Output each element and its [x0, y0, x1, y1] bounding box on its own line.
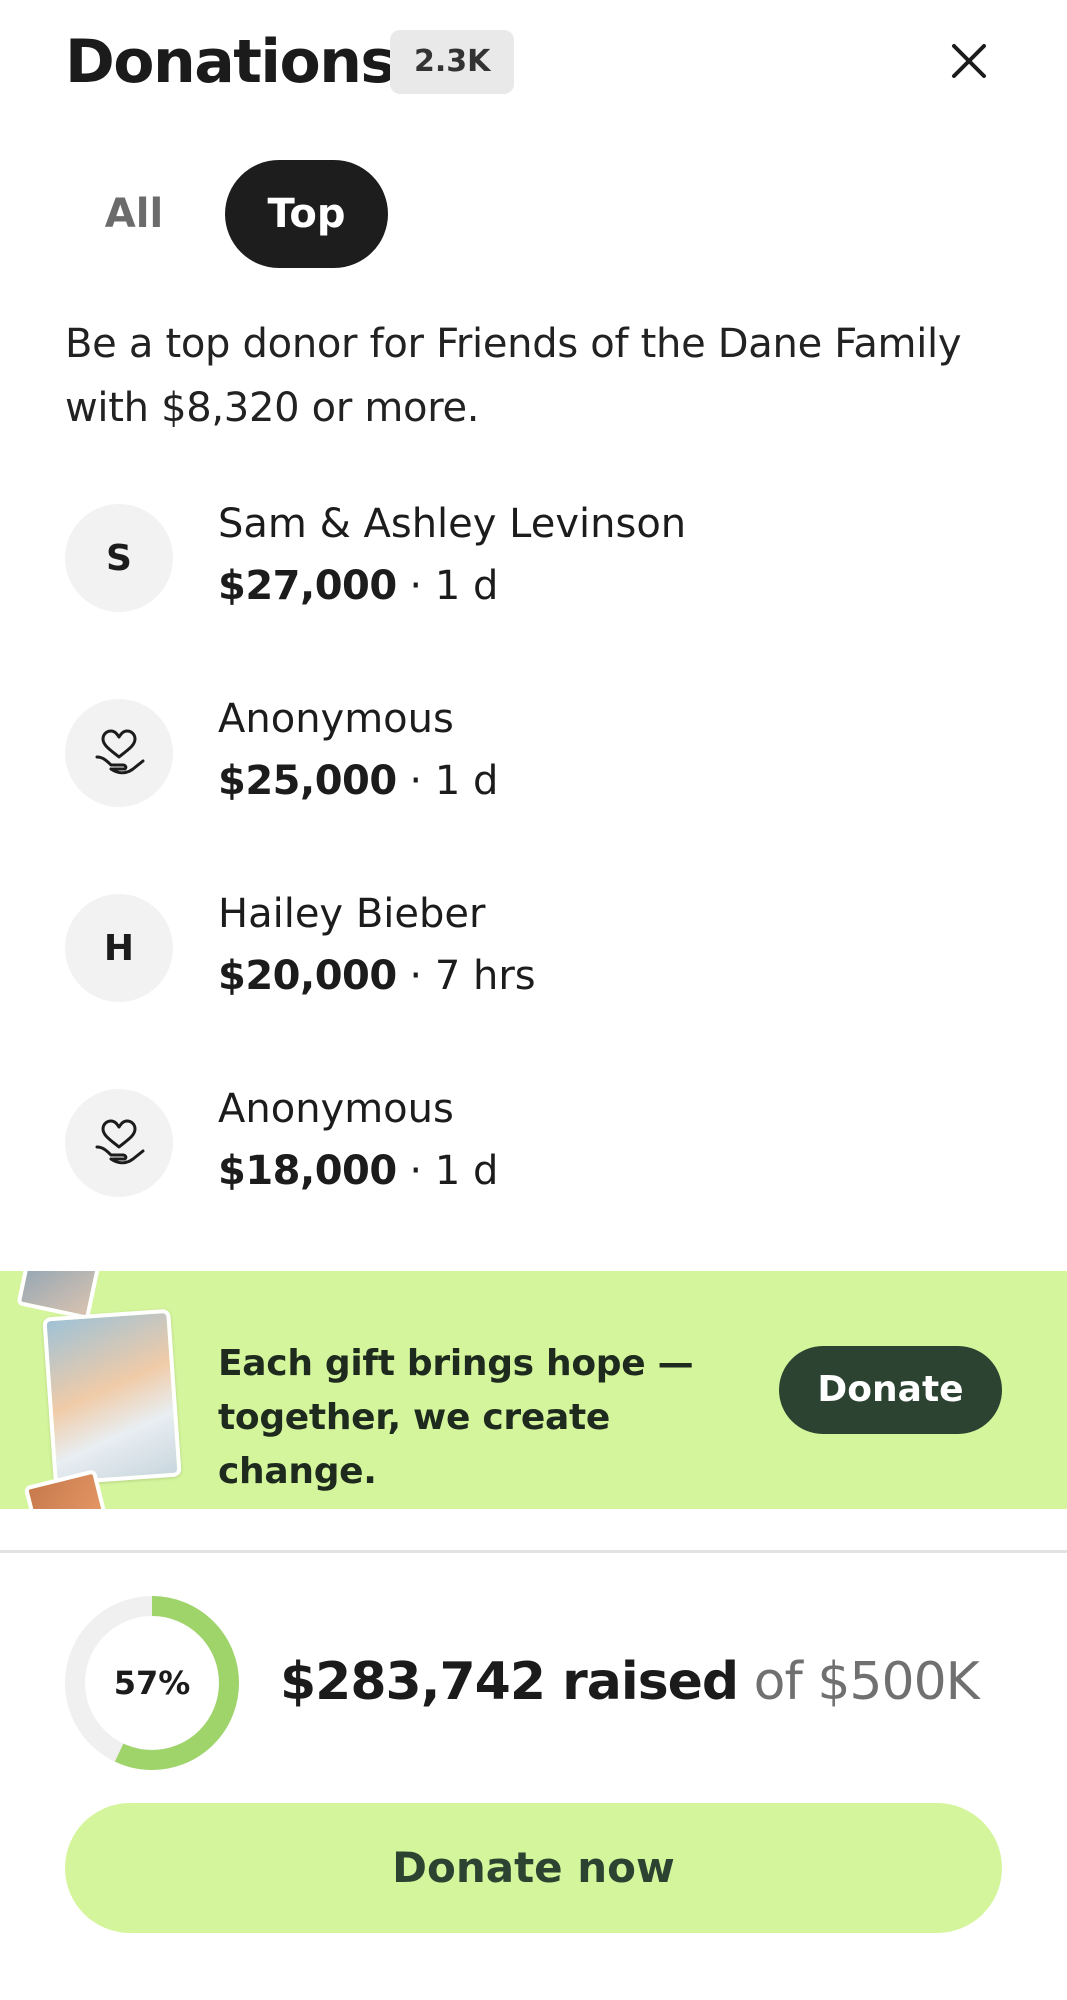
donor-meta: $20,000 · 7 hrs	[218, 948, 536, 1004]
raised-summary: $283,742 raised of $500K	[280, 1650, 980, 1714]
avatar: H	[65, 894, 173, 1002]
close-icon	[952, 44, 986, 78]
donor-amount: $20,000	[218, 953, 397, 999]
close-button[interactable]	[944, 36, 994, 86]
raised-amount: $283,742 raised	[280, 1652, 739, 1712]
goal-text: of $500K	[753, 1652, 980, 1712]
progress-percent: 57%	[113, 1664, 191, 1702]
donor-row[interactable]: Anonymous $25,000 · 1 d	[65, 695, 995, 815]
donor-amount: $27,000	[218, 563, 397, 609]
donor-meta: $25,000 · 1 d	[218, 753, 498, 809]
donor-row[interactable]: S Sam & Ashley Levinson $27,000 · 1 d	[65, 500, 995, 620]
donor-photo-thumbnail	[16, 1271, 102, 1321]
donor-meta: $27,000 · 1 d	[218, 558, 498, 614]
avatar	[65, 699, 173, 807]
donor-time: · 1 d	[409, 1148, 499, 1194]
promo-banner: Each gift brings hope — together, we cre…	[0, 1271, 1067, 1509]
avatar	[65, 1089, 173, 1197]
donor-time: · 1 d	[409, 563, 499, 609]
banner-message: Each gift brings hope — together, we cre…	[218, 1343, 694, 1492]
donor-amount: $18,000	[218, 1148, 397, 1194]
donor-amount: $25,000	[218, 758, 397, 804]
donor-row[interactable]: Anonymous $18,000 · 1 d	[65, 1085, 995, 1205]
divider	[0, 1550, 1067, 1553]
banner-donate-button[interactable]: Donate	[779, 1346, 1002, 1434]
donation-count-badge: 2.3K	[390, 30, 515, 94]
donate-now-button[interactable]: Donate now	[65, 1803, 1002, 1933]
page-title: Donations	[65, 27, 396, 97]
donor-time: · 1 d	[409, 758, 499, 804]
tab-all[interactable]: All	[92, 160, 176, 268]
tab-top[interactable]: Top	[225, 160, 388, 268]
donor-name: Anonymous	[218, 1086, 454, 1132]
donor-time: · 7 hrs	[409, 953, 536, 999]
donor-meta: $18,000 · 1 d	[218, 1143, 498, 1199]
heart-hand-icon	[95, 1119, 145, 1165]
donor-row[interactable]: H Hailey Bieber $20,000 · 7 hrs	[65, 890, 995, 1010]
child-photo	[42, 1308, 182, 1486]
donor-name: Anonymous	[218, 696, 454, 742]
heart-hand-icon	[95, 729, 145, 775]
top-donor-description: Be a top donor for Friends of the Dane F…	[65, 321, 962, 431]
avatar: S	[65, 504, 173, 612]
donor-name: Hailey Bieber	[218, 891, 486, 937]
donor-name: Sam & Ashley Levinson	[218, 501, 687, 547]
